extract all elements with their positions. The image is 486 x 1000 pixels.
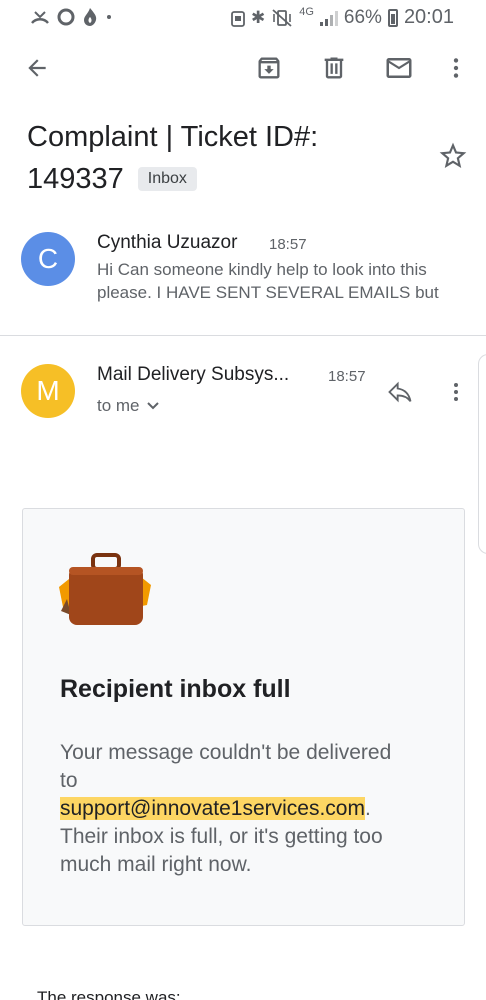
back-button[interactable] [13, 44, 61, 92]
mark-unread-button[interactable] [375, 44, 423, 92]
scroll-edge[interactable] [478, 354, 486, 554]
subject-line-2-row: 149337 Inbox [27, 158, 417, 200]
dot-icon [107, 15, 111, 19]
sender-name: Cynthia Uzuazor [97, 232, 238, 253]
body-line-2: to [60, 769, 78, 792]
signal-icon [319, 10, 338, 26]
card-title: Recipient inbox full [60, 675, 291, 703]
message-snippet: Hi Can someone kindly help to look into … [97, 258, 467, 304]
response-label: The response was: [37, 988, 181, 1000]
sync-icon [57, 8, 75, 26]
collapsed-message[interactable]: C Cynthia Uzuazor 18:57 Hi Can someone k… [0, 222, 486, 336]
recipient-details-toggle[interactable]: to me [97, 396, 160, 416]
body-line-1: Your message couldn't be delivered [60, 741, 392, 764]
address-suffix: . [364, 797, 371, 820]
card-body: Your message couldn't be delivered to su… [60, 739, 440, 879]
subject-line-1: Complaint | Ticket ID#: [27, 121, 319, 153]
more-vert-icon [453, 58, 459, 78]
reply-icon [388, 381, 412, 403]
expanded-message-header: M Mail Delivery Subsys... 18:57 to me [0, 352, 486, 432]
suitcase-icon [59, 553, 151, 625]
delivery-failure-card: Recipient inbox full Your message couldn… [22, 508, 465, 926]
mail-icon [386, 58, 412, 78]
top-toolbar [0, 44, 486, 96]
flame-icon [84, 8, 97, 26]
snippet-line-2: please. I HAVE SENT SEVERAL EMAILS but [97, 283, 439, 302]
back-arrow-icon [28, 59, 46, 77]
message-time: 18:57 [269, 236, 307, 253]
battery-icon [387, 8, 398, 27]
more-vert-icon [454, 383, 458, 401]
battery-percent: 66% [343, 6, 382, 28]
recipient-label: to me [97, 396, 140, 415]
status-time: 20:01 [403, 6, 454, 28]
status-right-icons: ✱ 4G 66% 20:01 [231, 6, 454, 29]
missed-call-icon [31, 11, 49, 24]
archive-icon [258, 57, 280, 79]
subject-line-2: 149337 [27, 163, 124, 195]
bluetooth-icon: ✱ [250, 7, 266, 27]
vibrate-mute-icon [272, 8, 292, 27]
body-line-4: much mail right now. [60, 853, 252, 876]
status-bar: ✱ 4G 66% 20:01 [0, 0, 486, 36]
sender-name: Mail Delivery Subsys... [97, 364, 290, 385]
inbox-label-chip[interactable]: Inbox [137, 167, 197, 191]
body-address-row: support@innovate1services.com. [60, 795, 440, 823]
avatar[interactable]: C [21, 232, 75, 286]
delete-button[interactable] [310, 44, 358, 92]
star-button[interactable] [437, 140, 469, 172]
status-left-icons [30, 7, 114, 27]
snippet-line-1: Hi Can someone kindly help to look into … [97, 260, 427, 279]
avatar[interactable]: M [21, 364, 75, 418]
body-line-3: Their inbox is full, or it's getting too [60, 825, 383, 848]
android-icon [231, 10, 245, 27]
archive-button[interactable] [245, 44, 293, 92]
email-subject: Complaint | Ticket ID#: 149337 Inbox [27, 116, 417, 200]
chevron-down-icon [146, 402, 159, 410]
star-outline-icon [439, 142, 467, 168]
message-time: 18:57 [328, 368, 366, 385]
recipient-address[interactable]: support@innovate1services.com [60, 797, 365, 820]
message-more-button[interactable] [436, 372, 476, 412]
more-options-button[interactable] [432, 44, 480, 92]
network-type: 4G [299, 5, 314, 18]
trash-icon [324, 57, 344, 79]
reply-button[interactable] [376, 372, 424, 412]
